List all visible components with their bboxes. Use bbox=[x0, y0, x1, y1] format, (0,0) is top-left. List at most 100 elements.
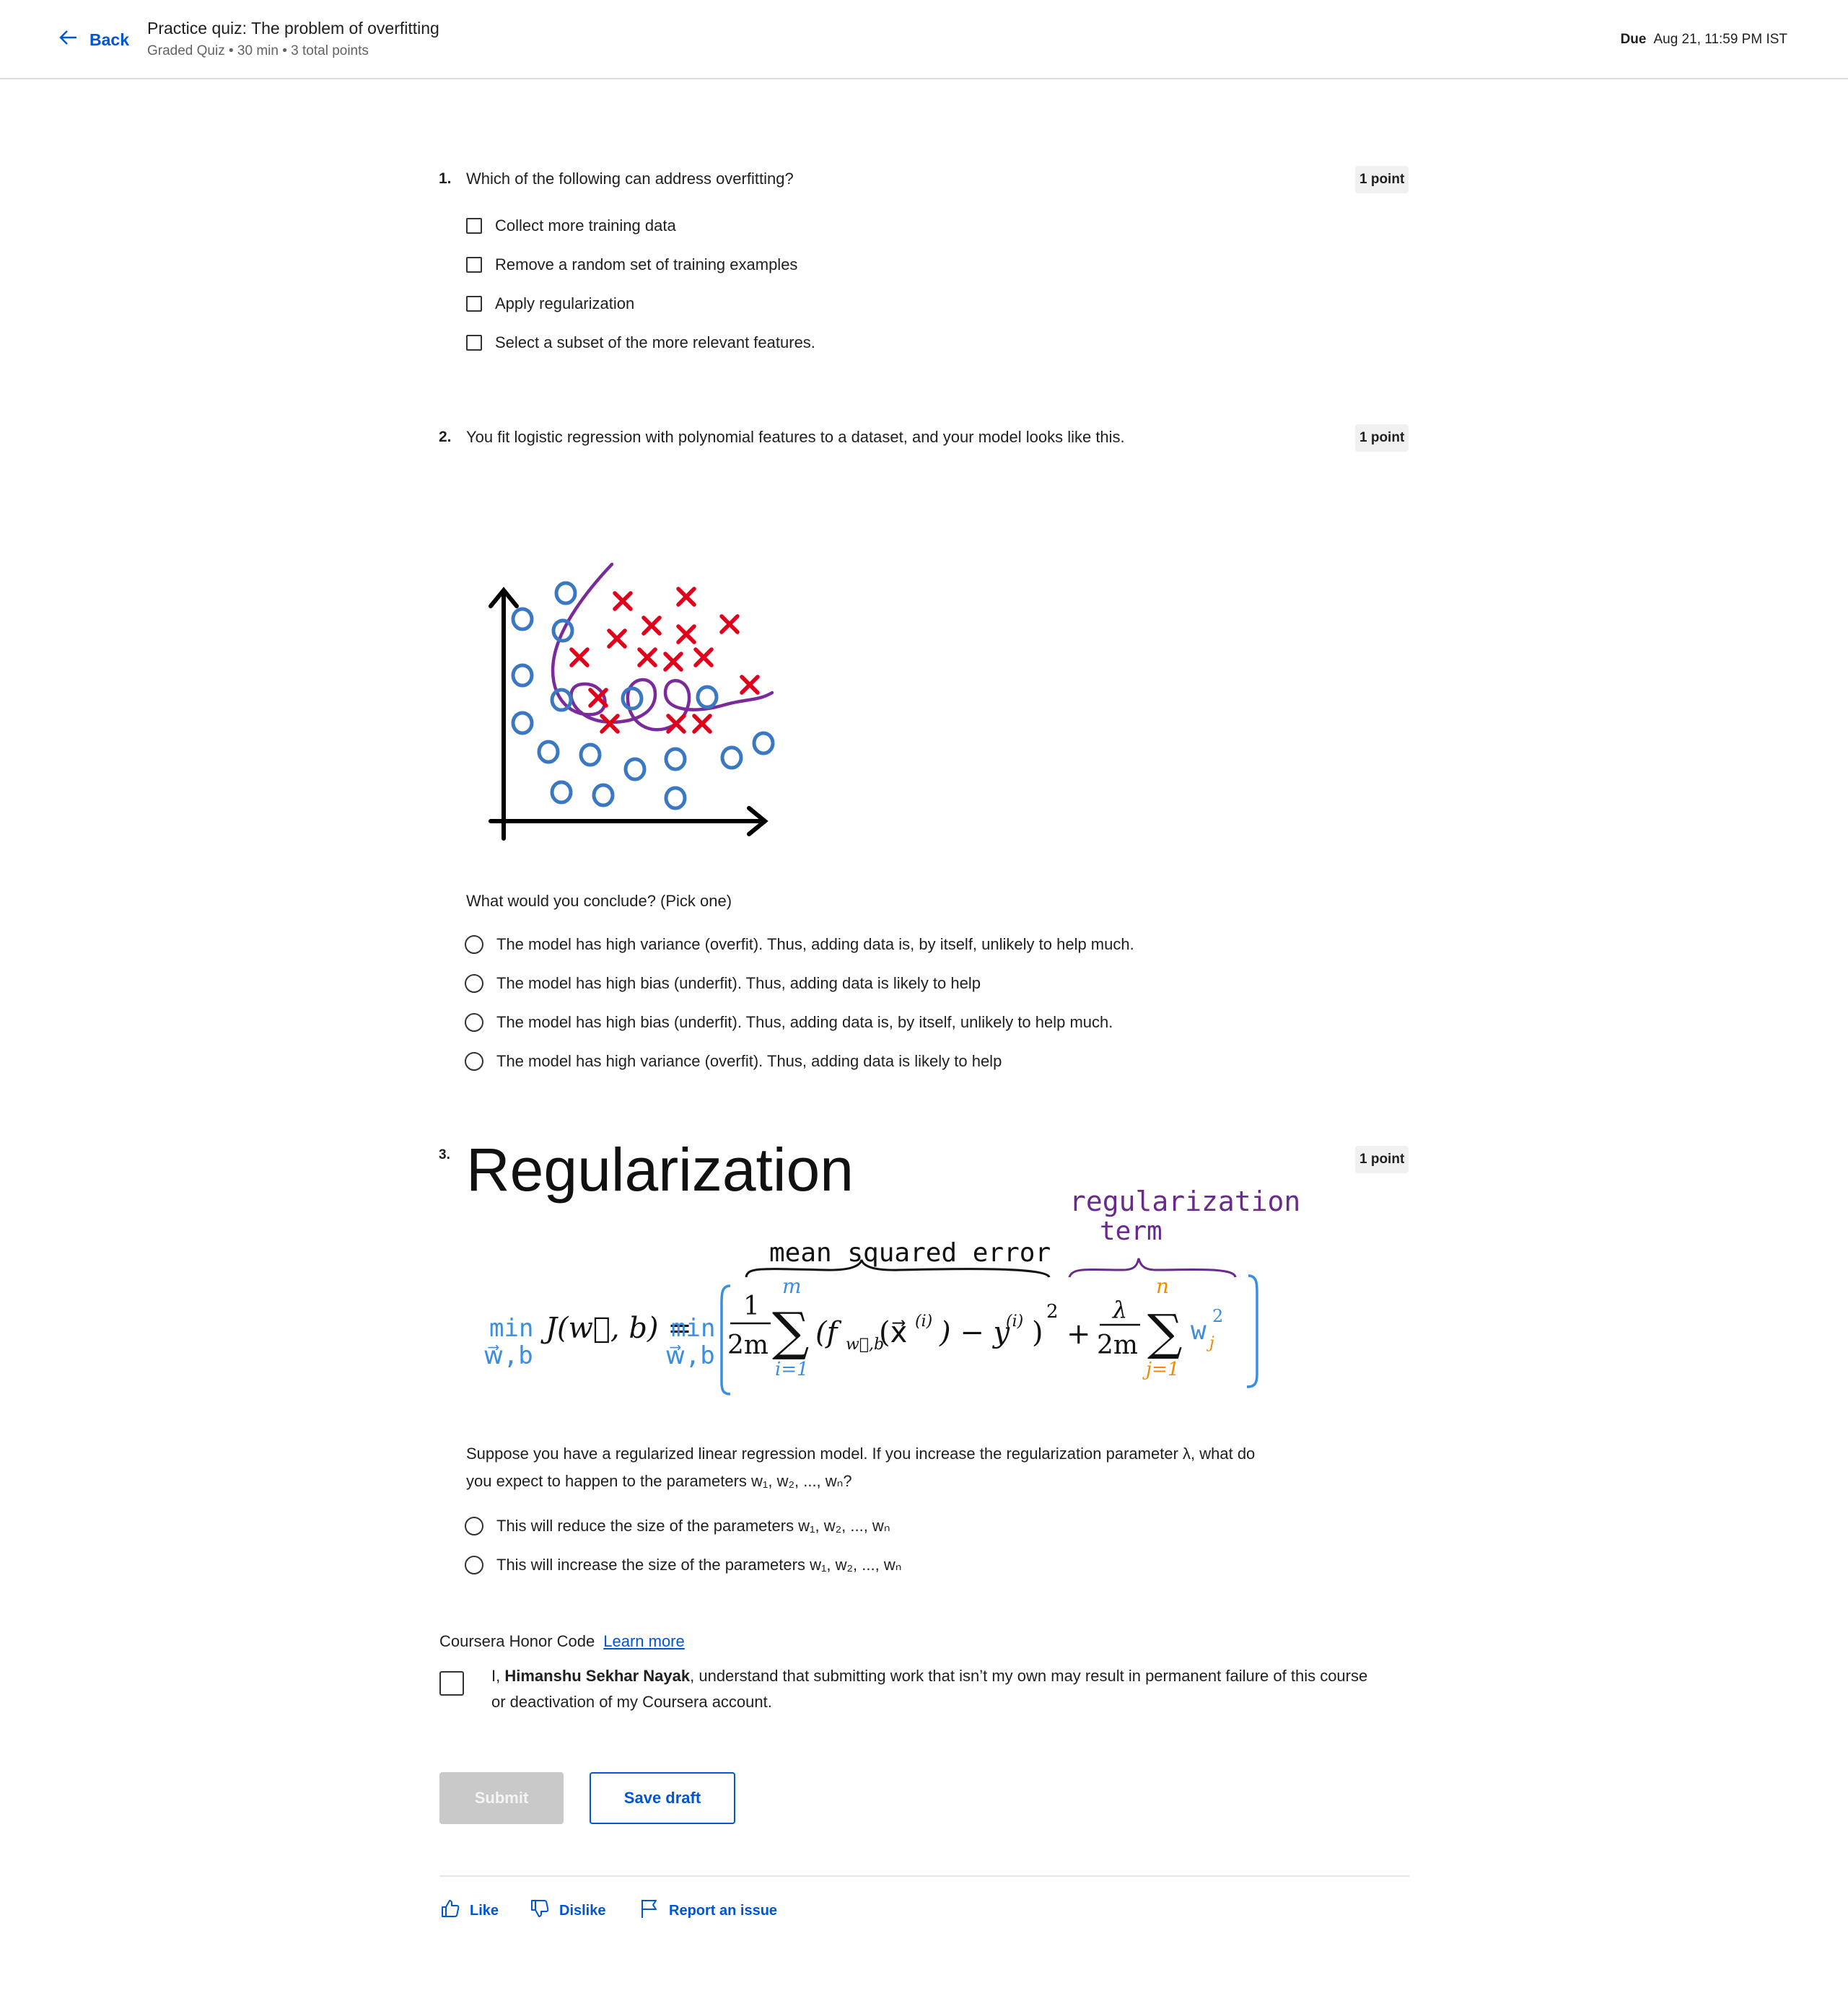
lambda: λ bbox=[1111, 1296, 1127, 1323]
q3-option-1[interactable]: This will reduce the size of the paramet… bbox=[465, 1517, 890, 1535]
quiz-title: Practice quiz: The problem of overfittin… bbox=[147, 19, 439, 38]
option-label: Apply regularization bbox=[495, 294, 635, 312]
reg-label-1: regularization bbox=[1069, 1186, 1299, 1217]
regularization-formula-image: Regularization regularization term mean … bbox=[466, 1136, 1299, 1395]
radio-button[interactable] bbox=[465, 1052, 483, 1071]
footer-divider bbox=[439, 1875, 1409, 1877]
close-paren: ) bbox=[1032, 1316, 1043, 1349]
due-label: Due bbox=[1620, 32, 1647, 47]
q3-text-line-2: you expect to happen to the parameters w… bbox=[466, 1472, 852, 1490]
learn-more-link[interactable]: Learn more bbox=[603, 1632, 685, 1651]
square: 2 bbox=[1046, 1301, 1059, 1323]
q2-option-4[interactable]: The model has high variance (overfit). T… bbox=[465, 1052, 1002, 1071]
back-label: Back bbox=[89, 30, 129, 49]
reg-sum-top: n bbox=[1156, 1274, 1169, 1298]
checkbox[interactable] bbox=[466, 335, 482, 351]
sum-body: (f bbox=[815, 1316, 842, 1349]
q1-option-1[interactable]: Collect more training data bbox=[466, 216, 676, 235]
q2-option-2[interactable]: The model has high bias (underfit). Thus… bbox=[465, 974, 981, 993]
thumbs-down-icon bbox=[529, 1898, 551, 1924]
honor-code-text-line-1: I, Himanshu Sekhar Nayak, understand tha… bbox=[491, 1667, 1367, 1686]
radio-button[interactable] bbox=[465, 1517, 483, 1535]
flag-icon bbox=[639, 1898, 660, 1924]
q1-option-3[interactable]: Apply regularization bbox=[466, 294, 634, 313]
dislike-button[interactable]: Dislike bbox=[529, 1898, 605, 1924]
option-label: This will reduce the size of the paramet… bbox=[496, 1517, 890, 1535]
honor-code-checkbox[interactable] bbox=[439, 1671, 464, 1696]
radio-button[interactable] bbox=[465, 935, 483, 954]
j-expression: J(w⃗, b) = bbox=[540, 1312, 692, 1345]
q3-points-badge: 1 point bbox=[1355, 1146, 1409, 1173]
sum-sign: ∑ bbox=[772, 1301, 809, 1362]
q2-points-badge: 1 point bbox=[1355, 424, 1409, 452]
due-date: Due Aug 21, 11:59 PM IST bbox=[1621, 32, 1787, 48]
radio-button[interactable] bbox=[465, 1013, 483, 1032]
honor-code-heading: Coursera Honor Code Learn more bbox=[439, 1632, 685, 1651]
radio-button[interactable] bbox=[465, 1556, 483, 1574]
sup-i: (i) bbox=[915, 1313, 932, 1331]
option-label: This will increase the size of the param… bbox=[496, 1556, 902, 1574]
like-button[interactable]: Like bbox=[439, 1898, 499, 1924]
frac-den: 2m bbox=[727, 1331, 768, 1360]
plus: + bbox=[1067, 1318, 1091, 1351]
q2-option-1[interactable]: The model has high variance (overfit). T… bbox=[465, 935, 1134, 954]
mse-label: mean squared error bbox=[769, 1238, 1051, 1268]
q2-option-3[interactable]: The model has high bias (underfit). Thus… bbox=[465, 1013, 1113, 1032]
q1-option-4[interactable]: Select a subset of the more relevant fea… bbox=[466, 333, 815, 352]
arrow-left-icon bbox=[56, 26, 79, 53]
q1-option-2[interactable]: Remove a random set of training examples bbox=[466, 255, 797, 274]
honor-prefix: I, bbox=[491, 1667, 505, 1685]
option-label: Remove a random set of training examples bbox=[495, 255, 798, 273]
w-j-sub: j bbox=[1206, 1334, 1214, 1352]
q1-text: Which of the following can address overf… bbox=[466, 170, 794, 188]
option-label: The model has high variance (overfit). T… bbox=[496, 935, 1134, 953]
option-label: The model has high bias (underfit). Thus… bbox=[496, 974, 981, 992]
sum-top: m bbox=[782, 1274, 802, 1298]
due-value: Aug 21, 11:59 PM IST bbox=[1653, 32, 1787, 47]
min-right: min bbox=[671, 1314, 715, 1343]
formula-heading: Regularization bbox=[466, 1136, 854, 1204]
minus-y: ) − y bbox=[939, 1316, 1011, 1349]
submit-button[interactable]: Submit bbox=[439, 1772, 564, 1824]
top-header: Back Practice quiz: The problem of overf… bbox=[0, 0, 1848, 79]
radio-button[interactable] bbox=[465, 974, 483, 993]
reg-label-2: term bbox=[1100, 1217, 1162, 1246]
quiz-subtitle: Graded Quiz • 30 min • 3 total points bbox=[147, 43, 369, 58]
option-label: Collect more training data bbox=[495, 216, 676, 235]
reg-den: 2m bbox=[1097, 1331, 1138, 1360]
back-button[interactable]: Back bbox=[56, 26, 129, 53]
q2-text: You fit logistic regression with polynom… bbox=[466, 428, 1125, 446]
save-draft-button[interactable]: Save draft bbox=[590, 1772, 735, 1824]
q2-number: 2. bbox=[439, 429, 452, 445]
checkbox[interactable] bbox=[466, 257, 482, 273]
overfitting-plot-image bbox=[489, 562, 775, 841]
frac-num: 1 bbox=[743, 1292, 760, 1321]
f-arg: (x⃗ bbox=[879, 1316, 907, 1349]
sup-i-2: (i) bbox=[1006, 1313, 1023, 1331]
min-right-sub: w⃗,b bbox=[665, 1341, 715, 1370]
q1-points-badge: 1 point bbox=[1355, 166, 1409, 193]
report-label: Report an issue bbox=[669, 1902, 778, 1919]
checkbox[interactable] bbox=[466, 296, 482, 312]
student-name: Himanshu Sekhar Nayak bbox=[504, 1667, 691, 1685]
honor-code-text-line-2: or deactivation of my Coursera account. bbox=[491, 1693, 772, 1711]
report-issue-button[interactable]: Report an issue bbox=[639, 1898, 777, 1924]
q3-option-2[interactable]: This will increase the size of the param… bbox=[465, 1556, 901, 1574]
dislike-label: Dislike bbox=[559, 1902, 606, 1919]
reg-sum-sign: ∑ bbox=[1147, 1305, 1183, 1362]
option-label: The model has high variance (overfit). T… bbox=[496, 1052, 1002, 1070]
thumbs-up-icon bbox=[439, 1898, 461, 1924]
option-label: The model has high bias (underfit). Thus… bbox=[496, 1013, 1113, 1031]
checkbox[interactable] bbox=[466, 218, 482, 234]
q3-text-line-1: Suppose you have a regularized linear re… bbox=[466, 1445, 1256, 1463]
sum-bottom: i=1 bbox=[775, 1359, 809, 1380]
decision-boundary bbox=[551, 562, 774, 732]
reg-sum-bottom: j=1 bbox=[1142, 1359, 1179, 1380]
q1-number: 1. bbox=[439, 170, 452, 187]
min-left: min bbox=[489, 1314, 533, 1343]
honor-rest: , understand that submitting work that i… bbox=[690, 1667, 1368, 1685]
w-j: w bbox=[1191, 1316, 1207, 1346]
q3-number: 3. bbox=[439, 1147, 450, 1162]
q2-prompt: What would you conclude? (Pick one) bbox=[466, 892, 732, 910]
min-left-sub: w⃗,b bbox=[483, 1341, 533, 1370]
